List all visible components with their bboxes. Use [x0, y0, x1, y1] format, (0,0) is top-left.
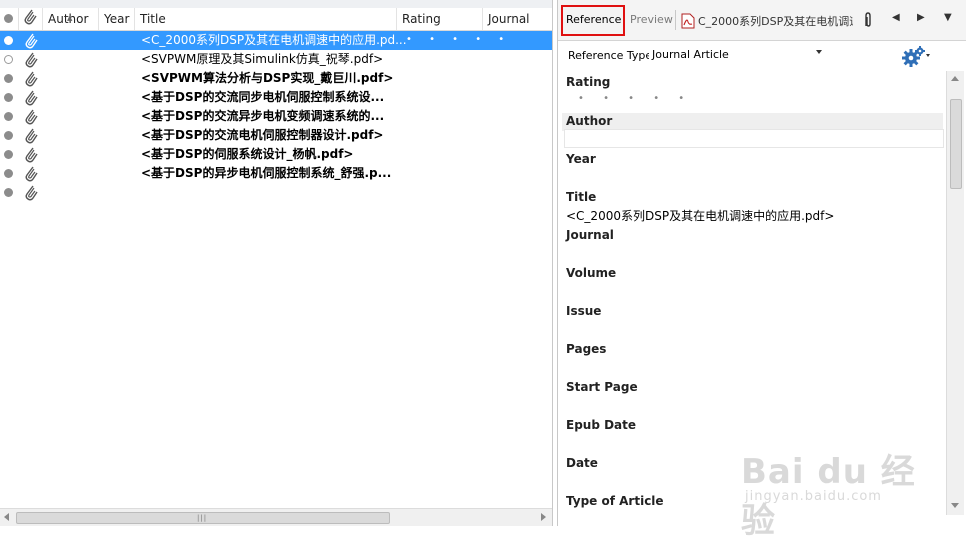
row-title: <C_2000系列DSP及其在电机调速中的应用.pd...: [141, 33, 407, 47]
previous-arrow-icon[interactable]: ◀: [892, 12, 900, 23]
row-title: <基于DSP的异步电机伺服控制系统_舒强.p...: [141, 166, 392, 180]
column-rating[interactable]: Rating: [397, 8, 483, 30]
row-rating-stars[interactable]: • • • • •: [406, 30, 511, 49]
read-status-dot-icon[interactable]: [4, 112, 13, 121]
paperclip-icon[interactable]: [23, 108, 39, 125]
field-label-type-of-article: Type of Article: [566, 494, 664, 508]
row-title: <SVPWM算法分析与DSP实现_戴巨川.pdf>: [141, 71, 394, 85]
scroll-up-arrow-icon[interactable]: [951, 76, 959, 81]
read-status-dot-icon[interactable]: [4, 74, 13, 83]
table-row[interactable]: <基于DSP的交流电机伺服控制器设计.pdf>: [0, 126, 552, 145]
field-label-volume: Volume: [566, 266, 617, 280]
table-row[interactable]: [0, 183, 552, 202]
read-status-dot-icon[interactable]: [4, 169, 13, 178]
column-author[interactable]: ▲ Author: [43, 8, 99, 30]
tab-divider: [675, 10, 676, 30]
horizontal-scroll-thumb[interactable]: |||: [16, 512, 390, 524]
row-title: <基于DSP的交流异步电机变频调速系统的...: [141, 109, 385, 123]
read-status-dot-icon[interactable]: [4, 93, 13, 102]
sort-ascending-icon: ▲: [67, 14, 73, 22]
reference-type-select[interactable]: Journal Article: [649, 47, 825, 63]
field-label-year: Year: [566, 152, 596, 166]
column-year[interactable]: Year: [99, 8, 135, 30]
scroll-left-arrow-icon[interactable]: [4, 513, 9, 521]
field-label-journal: Journal: [566, 228, 614, 242]
field-label-pages: Pages: [566, 342, 607, 356]
scroll-right-arrow-icon[interactable]: [541, 513, 546, 521]
title-field-value[interactable]: <C_2000系列DSP及其在电机调速中的应用.pdf>: [566, 207, 834, 224]
baidu-watermark: Bai du 经验 jingyan.baidu.com: [737, 444, 937, 541]
vertical-scroll-thumb[interactable]: [950, 99, 962, 189]
table-row[interactable]: <C_2000系列DSP及其在电机调速中的应用.pd... • • • • •: [0, 31, 552, 50]
next-arrow-icon[interactable]: ▶: [917, 12, 925, 23]
column-journal[interactable]: Journal: [483, 8, 552, 30]
watermark-url: jingyan.baidu.com: [745, 489, 882, 504]
reference-type-label: Reference Type:: [568, 49, 656, 62]
table-row[interactable]: <SVPWM算法分析与DSP实现_戴巨川.pdf>: [0, 69, 552, 88]
gear-settings-icon[interactable]: [901, 45, 931, 67]
paperclip-icon[interactable]: [23, 165, 39, 182]
reference-rows: <C_2000系列DSP及其在电机调速中的应用.pd... • • • • • <S…: [0, 31, 552, 202]
scroll-grip-icon: |||: [197, 514, 208, 522]
column-read-status[interactable]: [0, 8, 19, 30]
field-label-rating: Rating: [566, 75, 611, 89]
field-label-start-page: Start Page: [566, 380, 638, 394]
field-label-date: Date: [566, 456, 598, 470]
editor-tab-bar: Reference Preview C_2000系列DSP及其在电机调速中的应用…: [558, 0, 966, 41]
paperclip-icon[interactable]: [23, 51, 39, 68]
read-status-dot-icon[interactable]: [4, 188, 13, 197]
scroll-down-arrow-icon[interactable]: [951, 503, 959, 508]
horizontal-scrollbar[interactable]: |||: [0, 508, 552, 526]
tab-preview[interactable]: Preview: [630, 13, 673, 26]
field-label-author: Author: [566, 114, 613, 128]
tab-pdf-attachment[interactable]: C_2000系列DSP及其在电机调速中的应用: [681, 13, 853, 31]
read-status-dot-icon[interactable]: [4, 150, 13, 159]
read-status-dot-icon[interactable]: [4, 131, 13, 140]
reference-type-bar: Reference Type: Journal Article: [558, 41, 966, 71]
unread-status-dot-icon[interactable]: [4, 55, 13, 64]
column-attachment[interactable]: [19, 8, 43, 30]
paperclip-icon[interactable]: [23, 127, 39, 144]
table-row[interactable]: <基于DSP的交流异步电机变频调速系统的...: [0, 107, 552, 126]
tab-menu-icon[interactable]: ▼: [944, 12, 952, 23]
chevron-down-icon: [816, 50, 822, 54]
row-title: <基于DSP的交流同步电机伺服控制系统设...: [141, 90, 385, 104]
paperclip-icon[interactable]: [23, 184, 39, 201]
paperclip-icon[interactable]: [23, 70, 39, 87]
table-row[interactable]: <基于DSP的伺服系统设计_杨帆.pdf>: [0, 145, 552, 164]
table-row[interactable]: <基于DSP的异步电机伺服控制系统_舒强.p...: [0, 164, 552, 183]
tab-reference[interactable]: Reference: [566, 13, 621, 26]
read-status-dot-icon[interactable]: [4, 36, 13, 45]
vertical-scrollbar[interactable]: [946, 71, 964, 515]
field-label-issue: Issue: [566, 304, 602, 318]
table-row[interactable]: <基于DSP的交流同步电机伺服控制系统设...: [0, 88, 552, 107]
column-title[interactable]: Title: [135, 8, 397, 30]
author-input[interactable]: [564, 129, 944, 148]
rating-stars[interactable]: • • • • •: [578, 93, 692, 104]
paperclip-icon[interactable]: [23, 89, 39, 106]
field-label-epub-date: Epub Date: [566, 418, 637, 432]
paperclip-icon[interactable]: [23, 146, 39, 163]
reference-list-pane: ▲ Author Year Title Rating Journal <C_20…: [0, 0, 553, 526]
paperclip-icon[interactable]: [23, 32, 39, 49]
row-title: <基于DSP的交流电机伺服控制器设计.pdf>: [141, 128, 384, 142]
field-label-title: Title: [566, 190, 597, 204]
table-row[interactable]: <SVPWM原理及其Simulink仿真_祝琴.pdf>: [0, 50, 552, 69]
row-title: <SVPWM原理及其Simulink仿真_祝琴.pdf>: [141, 52, 384, 66]
row-title: <基于DSP的伺服系统设计_杨帆.pdf>: [141, 147, 354, 161]
read-status-icon: [4, 14, 13, 23]
attachment-paperclip-icon[interactable]: [862, 11, 874, 29]
pdf-file-icon: [681, 13, 695, 29]
paperclip-icon: [24, 9, 37, 25]
column-header-bar: ▲ Author Year Title Rating Journal: [0, 8, 552, 31]
